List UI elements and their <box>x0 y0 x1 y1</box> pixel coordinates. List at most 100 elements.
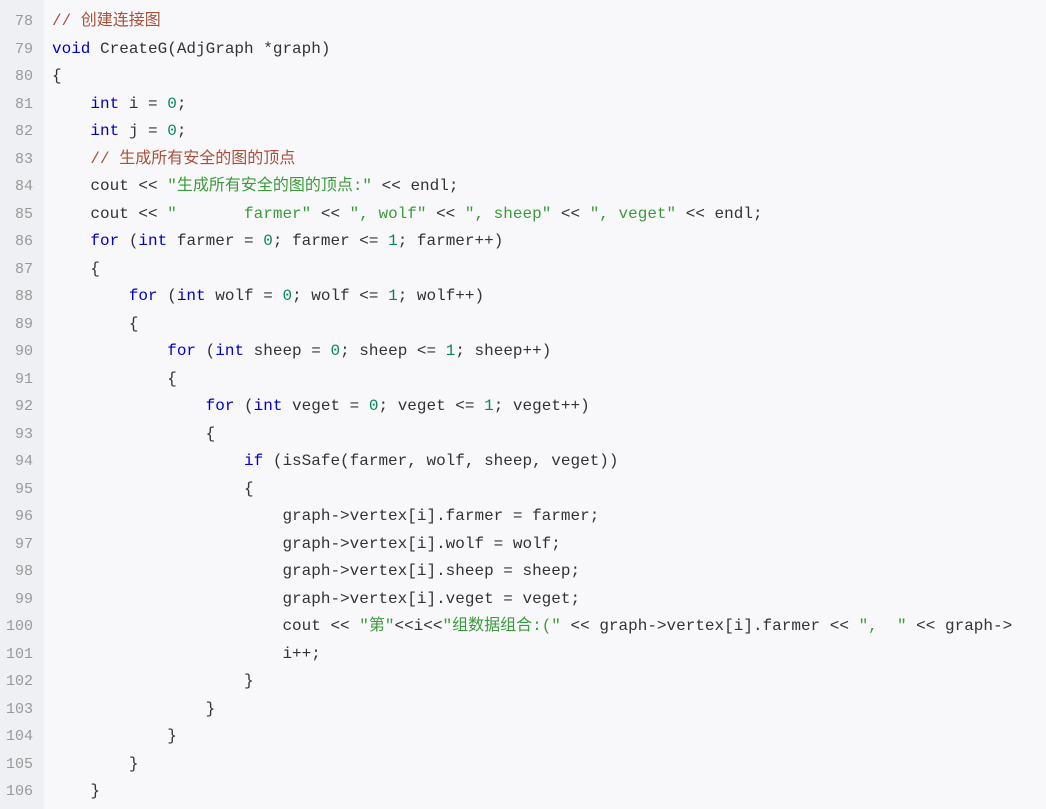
line-code: { <box>52 63 62 91</box>
code-token: sheep = <box>244 342 331 361</box>
code-line[interactable]: 78 // 创建连接图 <box>0 8 1046 36</box>
code-token: CreateG(AdjGraph *graph) <box>90 39 331 58</box>
code-line[interactable]: 100 cout << "第"<<i<<"组数据组合:(" << graph->… <box>0 613 1046 641</box>
code-token: { <box>52 479 254 498</box>
string-token: ", " <box>858 617 907 636</box>
keyword-token: int <box>138 232 168 251</box>
code-line[interactable]: 79 void CreateG(AdjGraph *graph) <box>0 36 1046 64</box>
keyword-token: int <box>215 342 245 361</box>
code-line[interactable]: 83 // 生成所有安全的图的顶点 <box>0 146 1046 174</box>
code-token: graph->vertex[i].veget = veget; <box>52 589 581 608</box>
line-code: for (int sheep = 0; sheep <= 1; sheep++) <box>52 338 551 366</box>
code-line[interactable]: 97 graph->vertex[i].wolf = wolf; <box>0 531 1046 559</box>
code-line[interactable]: 93 { <box>0 421 1046 449</box>
code-token: ; <box>176 94 187 113</box>
code-token: ( <box>196 342 216 361</box>
keyword-token: for <box>205 397 235 416</box>
line-number: 104 <box>5 728 33 746</box>
code-line[interactable]: 104 } <box>0 723 1046 751</box>
code-line[interactable]: 92 for (int veget = 0; veget <= 1; veget… <box>0 393 1046 421</box>
code-token: } <box>52 754 139 773</box>
line-number: 80 <box>14 68 33 86</box>
code-line[interactable]: 87 { <box>0 256 1046 284</box>
code-token: ( <box>157 287 177 306</box>
line-number: 100 <box>5 618 33 636</box>
code-line[interactable]: 99 graph->vertex[i].veget = veget; <box>0 586 1046 614</box>
code-token: { <box>52 369 177 388</box>
code-line[interactable]: 77 <box>0 0 1046 8</box>
code-line[interactable]: 89 { <box>0 311 1046 339</box>
number-token: 1 <box>484 397 494 416</box>
code-token: ( <box>119 232 139 251</box>
code-line[interactable]: 88 for (int wolf = 0; wolf <= 1; wolf++) <box>0 283 1046 311</box>
code-line[interactable]: 90 for (int sheep = 0; sheep <= 1; sheep… <box>0 338 1046 366</box>
line-code: { <box>52 311 139 339</box>
line-code: i++; <box>52 641 320 669</box>
code-line[interactable]: 95 { <box>0 476 1046 504</box>
line-number: 88 <box>14 288 33 306</box>
line-number: 103 <box>5 700 33 718</box>
code-line[interactable]: 96 graph->vertex[i].farmer = farmer; <box>0 503 1046 531</box>
line-number: 77 <box>0 0 33 8</box>
line-code: { <box>52 421 216 449</box>
number-token: 0 <box>167 122 177 141</box>
code-token: wolf = <box>205 287 283 306</box>
code-token: veget = <box>282 397 369 416</box>
code-line[interactable]: 85 cout << " farmer" << ", wolf" << ", s… <box>0 201 1046 229</box>
code-line[interactable]: 105 } <box>0 751 1046 779</box>
number-token: 0 <box>282 287 293 306</box>
code-token: ; farmer <= <box>272 232 389 251</box>
code-token: << endl; <box>372 177 459 196</box>
line-code: } <box>52 778 100 806</box>
line-number: 83 <box>14 150 33 168</box>
line-code: } <box>52 668 254 696</box>
line-number: 105 <box>5 755 33 773</box>
comment-token: // 生成所有安全的图的顶点 <box>90 149 296 168</box>
line-number: 90 <box>14 343 33 361</box>
code-token: ; wolf++) <box>397 287 485 306</box>
code-token: { <box>52 314 139 333</box>
line-number: 93 <box>14 425 33 443</box>
line-number: 106 <box>5 783 33 801</box>
string-token: "生成所有安全的图的顶点:" <box>167 177 373 196</box>
code-line[interactable]: 91 { <box>0 366 1046 394</box>
string-token: ", sheep" <box>464 204 552 223</box>
line-number: 94 <box>14 453 33 471</box>
code-token: ; veget++) <box>493 397 590 416</box>
code-lines[interactable]: 77 78 // 创建连接图 79 void CreateG(AdjGraph *gra… <box>0 0 1046 806</box>
code-token: } <box>52 672 254 691</box>
line-number: 86 <box>14 233 33 251</box>
line-code: { <box>52 256 100 284</box>
code-editor[interactable]: 77 78 // 创建连接图 79 void CreateG(AdjGraph *gra… <box>0 0 1046 809</box>
line-number: 99 <box>14 590 33 608</box>
code-line[interactable]: 86 for (int farmer = 0; farmer <= 1; far… <box>0 228 1046 256</box>
code-token: << graph-> <box>906 617 1013 636</box>
code-token: { <box>52 424 216 443</box>
line-code: for (int farmer = 0; farmer <= 1; farmer… <box>52 228 503 256</box>
code-token: } <box>52 727 177 746</box>
code-token: cout << <box>52 204 168 223</box>
code-line[interactable]: 81 int i = 0; <box>0 91 1046 119</box>
line-number: 98 <box>14 563 33 581</box>
code-line[interactable]: 84 cout << "生成所有安全的图的顶点:" << endl; <box>0 173 1046 201</box>
code-line[interactable]: 106 } <box>0 778 1046 806</box>
keyword-token: void <box>52 39 91 58</box>
code-token: ; wolf <= <box>292 287 389 306</box>
code-token: ; farmer++) <box>397 232 504 251</box>
code-line[interactable]: 102 } <box>0 668 1046 696</box>
code-line[interactable]: 103 } <box>0 696 1046 724</box>
line-number: 85 <box>14 205 33 223</box>
code-line[interactable]: 101 i++; <box>0 641 1046 669</box>
line-code: } <box>52 751 139 779</box>
line-number: 82 <box>14 123 33 141</box>
code-line[interactable]: 82 int j = 0; <box>0 118 1046 146</box>
code-line[interactable]: 80 { <box>0 63 1046 91</box>
number-token: 0 <box>263 232 273 251</box>
code-line[interactable]: 98 graph->vertex[i].sheep = sheep; <box>0 558 1046 586</box>
code-line[interactable]: 94 if (isSafe(farmer, wolf, sheep, veget… <box>0 448 1046 476</box>
line-code: { <box>52 476 254 504</box>
code-token: cout << <box>52 177 168 196</box>
